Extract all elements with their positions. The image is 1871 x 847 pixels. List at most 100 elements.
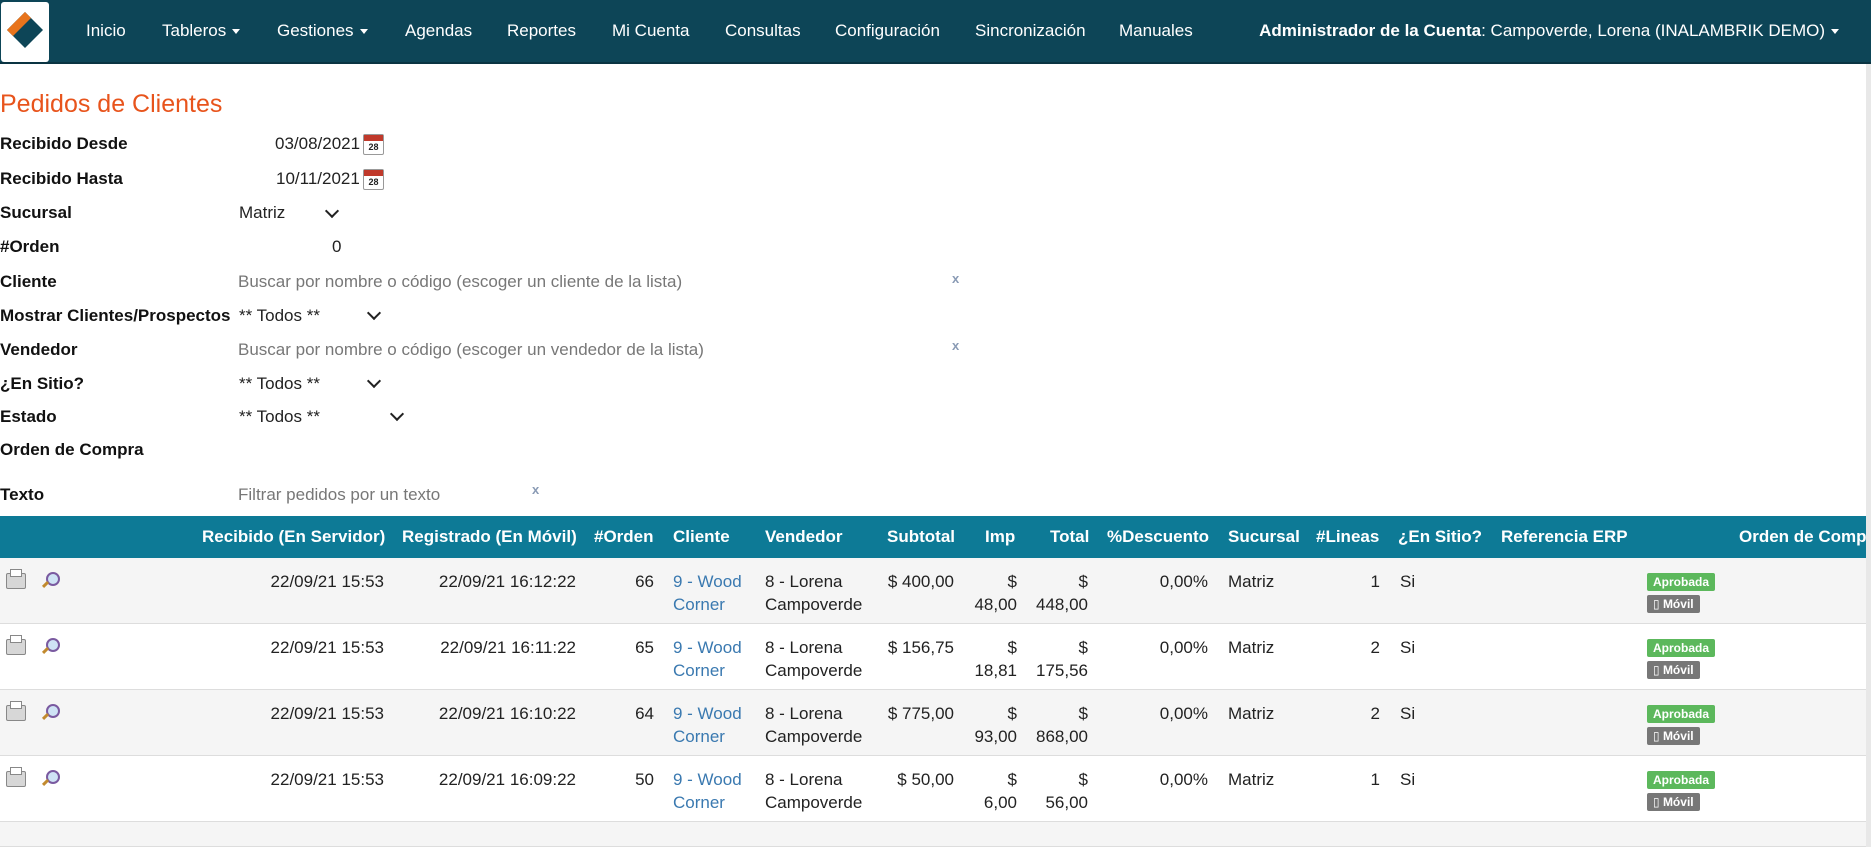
mobile-icon: ▯: [1653, 663, 1663, 677]
nav-item-label: Tableros: [162, 21, 227, 40]
table-row[interactable]: 22/09/21 15:53 22/09/21 16:10:22 64 9 - Woo…: [0, 690, 1866, 756]
print-icon[interactable]: [6, 767, 26, 787]
status-badge: Aprobada: [1647, 573, 1716, 591]
col-descuento[interactable]: %Descuento: [1107, 527, 1209, 547]
mobile-icon: ▯: [1653, 597, 1663, 611]
nav-item[interactable]: Inicio: [86, 21, 126, 41]
cell-en-sitio: Si: [1400, 572, 1416, 591]
clear-icon[interactable]: x: [952, 271, 959, 286]
cell-orden: 66: [635, 572, 654, 591]
chevron-down-icon[interactable]: [324, 203, 340, 219]
recibido-desde-input[interactable]: 03/08/2021: [275, 134, 360, 154]
col-registrado[interactable]: Registrado (En Móvil): [402, 527, 577, 547]
view-details-icon[interactable]: [46, 770, 60, 784]
nav-item-label: Mi Cuenta: [612, 21, 690, 40]
texto-filter-input[interactable]: Filtrar pedidos por un texto: [238, 485, 440, 505]
mostrar-select[interactable]: ** Todos **: [239, 306, 320, 326]
cell-subtotal: $ 775,00: [887, 704, 954, 723]
vertical-scrollbar[interactable]: [1866, 64, 1871, 847]
account-menu[interactable]: Administrador de la Cuenta: Campoverde, …: [1259, 21, 1839, 41]
nav-item[interactable]: Sincronización: [975, 21, 1086, 41]
table-row[interactable]: 22/09/21 15:53 22/09/21 16:12:22 66 9 - Woo…: [0, 558, 1866, 624]
cell-en-sitio: Si: [1400, 704, 1416, 723]
nav-item[interactable]: Configuración: [835, 21, 940, 41]
clear-icon[interactable]: x: [532, 482, 539, 497]
orden-input[interactable]: 0: [332, 237, 341, 257]
view-details-icon[interactable]: [46, 638, 60, 652]
cell-total: $56,00: [1045, 770, 1088, 812]
col-cliente[interactable]: Cliente: [673, 527, 730, 547]
col-recibido[interactable]: Recibido (En Servidor): [202, 527, 385, 547]
table-row[interactable]: 22/09/21 15:53 22/09/21 16:11:22 65 9 - Woo…: [0, 624, 1866, 690]
col-vendedor[interactable]: Vendedor: [765, 527, 842, 547]
nav-item[interactable]: Mi Cuenta: [612, 21, 689, 41]
chevron-down-icon[interactable]: [366, 305, 382, 321]
cliente-search-input[interactable]: Buscar por nombre o código (escoger un c…: [238, 272, 682, 292]
cell-recibido: 22/09/21 15:53: [270, 704, 384, 723]
print-icon[interactable]: [6, 701, 26, 721]
cell-lineas: 2: [1370, 638, 1380, 657]
cell-vendedor: 8 - Lorena Campoverde: [765, 704, 863, 746]
col-sucursal[interactable]: Sucursal: [1228, 527, 1300, 547]
orders-table-header: Recibido (En Servidor) Registrado (En Mó…: [0, 516, 1871, 558]
estado-select[interactable]: ** Todos **: [239, 407, 320, 427]
cell-registrado: 22/09/21 16:09:22: [438, 770, 576, 789]
cell-descuento: 0,00%: [1159, 770, 1208, 789]
cell-cliente-link[interactable]: 9 - Wood Corner: [673, 636, 742, 682]
status-badge: Aprobada: [1647, 705, 1716, 723]
nav-item[interactable]: Tableros: [162, 21, 241, 41]
cell-subtotal: $ 50,00: [897, 770, 954, 789]
chevron-down-icon: [1831, 29, 1839, 35]
chevron-down-icon[interactable]: [366, 373, 382, 389]
cell-descuento: 0,00%: [1159, 638, 1208, 657]
sucursal-select[interactable]: Matriz: [239, 203, 285, 223]
cell-total: $448,00: [1036, 572, 1088, 614]
table-row[interactable]: 22/09/21 15:53 22/09/21 16:09:22 50 9 - Woo…: [0, 756, 1866, 822]
col-en-sitio[interactable]: ¿En Sitio?: [1398, 527, 1482, 547]
cell-subtotal: $ 156,75: [887, 638, 954, 657]
en-sitio-select[interactable]: ** Todos **: [239, 374, 320, 394]
col-subtotal[interactable]: Subtotal: [887, 527, 955, 547]
recibido-hasta-input[interactable]: 10/11/2021: [276, 169, 360, 189]
orden-compra-label: Orden de Compra: [0, 440, 144, 459]
col-total[interactable]: Total: [1050, 527, 1089, 547]
nav-item[interactable]: Gestiones: [277, 21, 368, 41]
cell-registrado: 22/09/21 16:11:22: [440, 638, 576, 657]
clear-icon[interactable]: x: [952, 338, 959, 353]
cell-cliente-link[interactable]: 9 - Wood Corner: [673, 768, 742, 814]
nav-item[interactable]: Consultas: [725, 21, 801, 41]
cell-orden: 64: [635, 704, 654, 723]
col-referencia-erp[interactable]: Referencia ERP: [1501, 527, 1628, 547]
col-imp[interactable]: Imp: [985, 527, 1015, 547]
cell-orden: 50: [635, 770, 654, 789]
col-orden[interactable]: #Orden: [594, 527, 654, 547]
calendar-icon[interactable]: 28: [363, 169, 384, 190]
view-details-icon[interactable]: [46, 572, 60, 586]
cell-descuento: 0,00%: [1159, 572, 1208, 591]
col-orden-compra[interactable]: Orden de Compra: [1739, 527, 1871, 547]
nav-item[interactable]: Agendas: [405, 21, 472, 41]
print-icon[interactable]: [6, 635, 26, 655]
table-row[interactable]: [0, 822, 1866, 847]
cell-total: $868,00: [1036, 704, 1088, 746]
nav-item[interactable]: Manuales: [1119, 21, 1193, 41]
cell-imp: $48,00: [974, 572, 1017, 614]
cell-imp: $93,00: [974, 704, 1017, 746]
calendar-icon[interactable]: 28: [363, 134, 384, 155]
origin-badge: ▯ Móvil: [1647, 727, 1700, 745]
view-details-icon[interactable]: [46, 704, 60, 718]
cliente-label: Cliente: [0, 272, 57, 291]
cell-sucursal: Matriz: [1228, 770, 1275, 789]
cell-cliente-link[interactable]: 9 - Wood Corner: [673, 702, 742, 748]
mobile-icon: ▯: [1653, 729, 1663, 743]
col-lineas[interactable]: #Lineas: [1316, 527, 1379, 547]
print-icon[interactable]: [6, 569, 26, 589]
company-logo[interactable]: [1, 2, 49, 62]
cell-lineas: 2: [1370, 704, 1380, 723]
chevron-down-icon[interactable]: [389, 406, 405, 422]
logo-icon: [7, 12, 43, 48]
cell-cliente-link[interactable]: 9 - Wood Corner: [673, 570, 742, 616]
nav-item[interactable]: Reportes: [507, 21, 576, 41]
top-navbar: Inicio Tableros Gestiones Agendas Reportes Mi…: [0, 0, 1871, 64]
vendedor-search-input[interactable]: Buscar por nombre o código (escoger un v…: [238, 340, 704, 360]
